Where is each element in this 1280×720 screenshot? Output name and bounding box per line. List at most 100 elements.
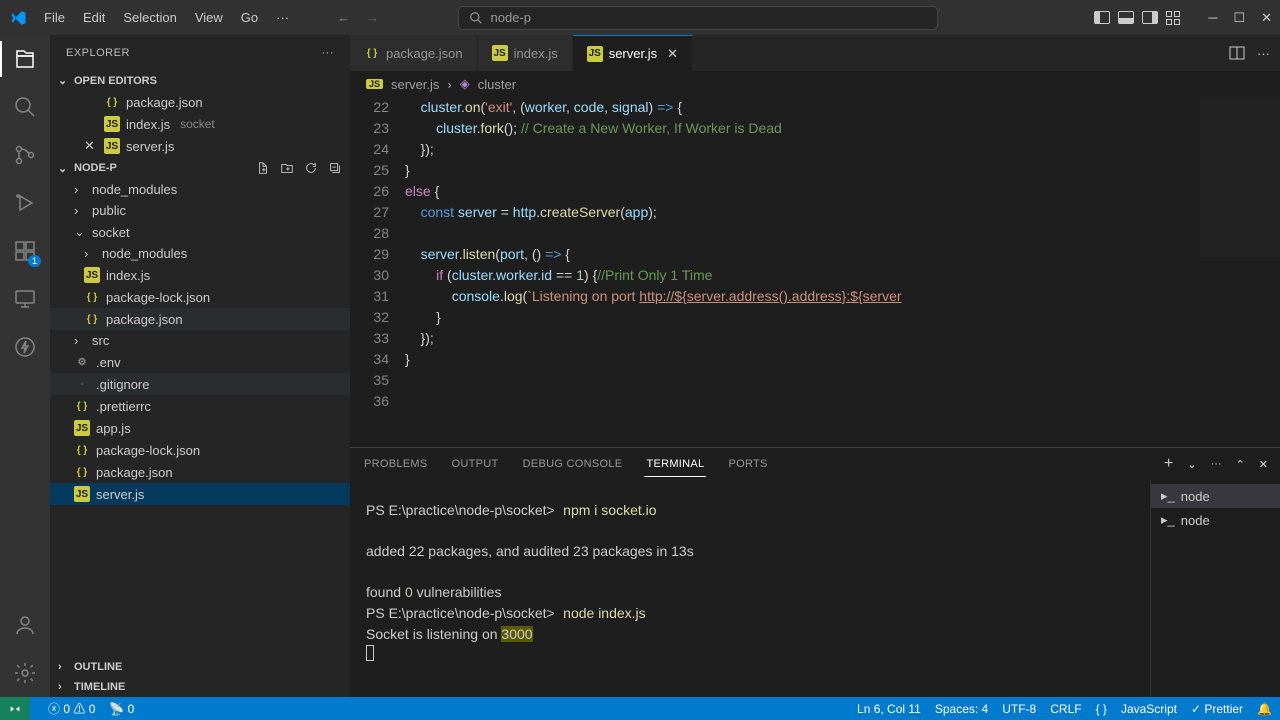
status-language[interactable]: JavaScript xyxy=(1121,702,1177,716)
open-editor-item[interactable]: { } package.json xyxy=(50,91,350,113)
panel-tab-ports[interactable]: PORTS xyxy=(726,452,769,476)
new-terminal-icon[interactable]: + xyxy=(1164,455,1173,473)
window-maximize-icon[interactable]: ☐ xyxy=(1233,10,1245,26)
tree-file[interactable]: ⚙.env xyxy=(50,351,350,373)
new-folder-icon[interactable] xyxy=(280,161,294,175)
project-header[interactable]: ⌄ NODE-P xyxy=(50,157,350,179)
status-encoding[interactable]: UTF-8 xyxy=(1002,702,1036,716)
panel-tab-debug-console[interactable]: DEBUG CONSOLE xyxy=(521,452,625,476)
editor-tabs: { }package.json JSindex.js JSserver.js✕ … xyxy=(350,35,1280,71)
outline-header[interactable]: ›OUTLINE xyxy=(50,657,350,677)
tree-folder[interactable]: ›node_modules xyxy=(50,243,350,264)
status-spaces[interactable]: Spaces: 4 xyxy=(935,702,988,716)
status-prettier[interactable]: ✓ Prettier xyxy=(1191,702,1243,716)
chevron-down-icon: ⌄ xyxy=(58,162,70,175)
menu-view[interactable]: View xyxy=(187,6,231,29)
json-file-icon: { } xyxy=(84,289,100,305)
tree-file[interactable]: JSserver.js xyxy=(50,483,350,505)
search-icon xyxy=(469,11,483,25)
close-tab-icon[interactable]: ✕ xyxy=(667,46,678,62)
tree-file[interactable]: { }.prettierrc xyxy=(50,395,350,417)
timeline-header[interactable]: ›TIMELINE xyxy=(50,677,350,697)
extensions-badge: 1 xyxy=(28,255,41,267)
tree-file[interactable]: { }package.json xyxy=(50,461,350,483)
editor-tab[interactable]: JSindex.js xyxy=(478,35,573,71)
activity-run-debug-icon[interactable] xyxy=(11,189,39,217)
window-minimize-icon[interactable]: ─ xyxy=(1208,10,1217,25)
activity-explorer-icon[interactable] xyxy=(11,45,39,73)
remote-indicator[interactable] xyxy=(0,697,30,720)
status-eol[interactable]: CRLF xyxy=(1050,702,1081,716)
open-editors-header[interactable]: ⌄ OPEN EDITORS xyxy=(50,70,350,91)
tree-file[interactable]: { }package-lock.json xyxy=(50,286,350,308)
tree-file[interactable]: { }package-lock.json xyxy=(50,439,350,461)
activity-remote-icon[interactable] xyxy=(11,285,39,313)
tree-folder[interactable]: ⌄socket xyxy=(50,221,350,243)
activity-settings-icon[interactable] xyxy=(11,659,39,687)
json-file-icon: { } xyxy=(74,398,90,414)
status-notifications-icon[interactable]: 🔔 xyxy=(1257,702,1272,716)
main-menu: File Edit Selection View Go ··· xyxy=(36,6,297,29)
json-file-icon: { } xyxy=(74,464,90,480)
close-panel-icon[interactable]: ✕ xyxy=(1259,458,1268,471)
panel-tab-terminal[interactable]: TERMINAL xyxy=(644,452,706,477)
explorer-more-icon[interactable]: ··· xyxy=(322,47,335,59)
js-file-icon: JS xyxy=(74,420,90,436)
terminal-item[interactable]: ▸_node xyxy=(1151,484,1280,508)
status-ports[interactable]: 📡 0 xyxy=(109,702,134,716)
terminal-dropdown-icon[interactable]: ⌄ xyxy=(1187,458,1196,471)
nav-forward-icon[interactable]: → xyxy=(366,10,379,25)
more-actions-icon[interactable]: ··· xyxy=(1257,46,1270,61)
editor-tab[interactable]: { }package.json xyxy=(350,35,478,71)
tree-file[interactable]: JSindex.js xyxy=(50,264,350,286)
editor-area: { }package.json JSindex.js JSserver.js✕ … xyxy=(350,35,1280,697)
chevron-right-icon: › xyxy=(58,661,70,673)
terminal-output[interactable]: PS E:\practice\node-p\socket> npm i sock… xyxy=(350,480,1150,697)
terminal-item[interactable]: ▸_node xyxy=(1151,508,1280,532)
window-close-icon[interactable]: ✕ xyxy=(1261,10,1272,26)
activity-search-icon[interactable] xyxy=(11,93,39,121)
editor-tab[interactable]: JSserver.js✕ xyxy=(573,35,693,71)
menu-edit[interactable]: Edit xyxy=(75,6,113,29)
panel-more-icon[interactable]: ··· xyxy=(1211,458,1222,470)
tree-file[interactable]: ◦.gitignore xyxy=(50,373,350,395)
activity-source-control-icon[interactable] xyxy=(11,141,39,169)
menu-file[interactable]: File xyxy=(36,6,73,29)
toggle-secondary-sidebar-icon[interactable] xyxy=(1142,11,1158,24)
terminal-cursor xyxy=(366,645,374,661)
customize-layout-icon[interactable] xyxy=(1166,11,1180,25)
tree-folder[interactable]: ›public xyxy=(50,200,350,221)
code-editor[interactable]: 222324252627282930313233343536 cluster.o… xyxy=(350,97,1280,447)
split-editor-icon[interactable] xyxy=(1229,46,1245,60)
command-center[interactable]: node-p xyxy=(458,6,938,30)
status-cursor-pos[interactable]: Ln 6, Col 11 xyxy=(857,702,921,716)
tree-folder[interactable]: ›src xyxy=(50,330,350,351)
panel-tab-problems[interactable]: PROBLEMS xyxy=(362,452,430,476)
status-errors[interactable]: ⓧ 0 ⚠ 0 xyxy=(48,700,95,717)
minimap[interactable] xyxy=(1200,97,1280,257)
open-editor-item[interactable]: ✕ JS server.js xyxy=(50,135,350,157)
close-editor-icon[interactable]: ✕ xyxy=(84,138,98,154)
nav-arrows: ← → xyxy=(337,10,379,25)
code-content[interactable]: cluster.on('exit', (worker, code, signal… xyxy=(405,97,1280,447)
tree-file[interactable]: { }package.json xyxy=(50,308,350,330)
breadcrumb[interactable]: JS server.js › ◈ cluster xyxy=(350,71,1280,97)
menu-more[interactable]: ··· xyxy=(268,6,297,29)
open-editor-item[interactable]: JS index.js socket xyxy=(50,113,350,135)
menu-go[interactable]: Go xyxy=(233,6,266,29)
panel-tab-output[interactable]: OUTPUT xyxy=(450,452,501,476)
toggle-primary-sidebar-icon[interactable] xyxy=(1094,11,1110,24)
menu-selection[interactable]: Selection xyxy=(115,6,184,29)
tree-folder[interactable]: ›node_modules xyxy=(50,179,350,200)
activity-account-icon[interactable] xyxy=(11,611,39,639)
activity-extensions-icon[interactable]: 1 xyxy=(11,237,39,265)
maximize-panel-icon[interactable]: ⌃ xyxy=(1236,458,1245,471)
new-file-icon[interactable] xyxy=(256,161,270,175)
refresh-icon[interactable] xyxy=(304,161,318,175)
toggle-panel-icon[interactable] xyxy=(1118,11,1134,24)
activity-thunder-icon[interactable] xyxy=(11,333,39,361)
collapse-all-icon[interactable] xyxy=(328,161,342,175)
line-numbers: 222324252627282930313233343536 xyxy=(350,97,405,447)
tree-file[interactable]: JSapp.js xyxy=(50,417,350,439)
nav-back-icon[interactable]: ← xyxy=(337,10,350,25)
